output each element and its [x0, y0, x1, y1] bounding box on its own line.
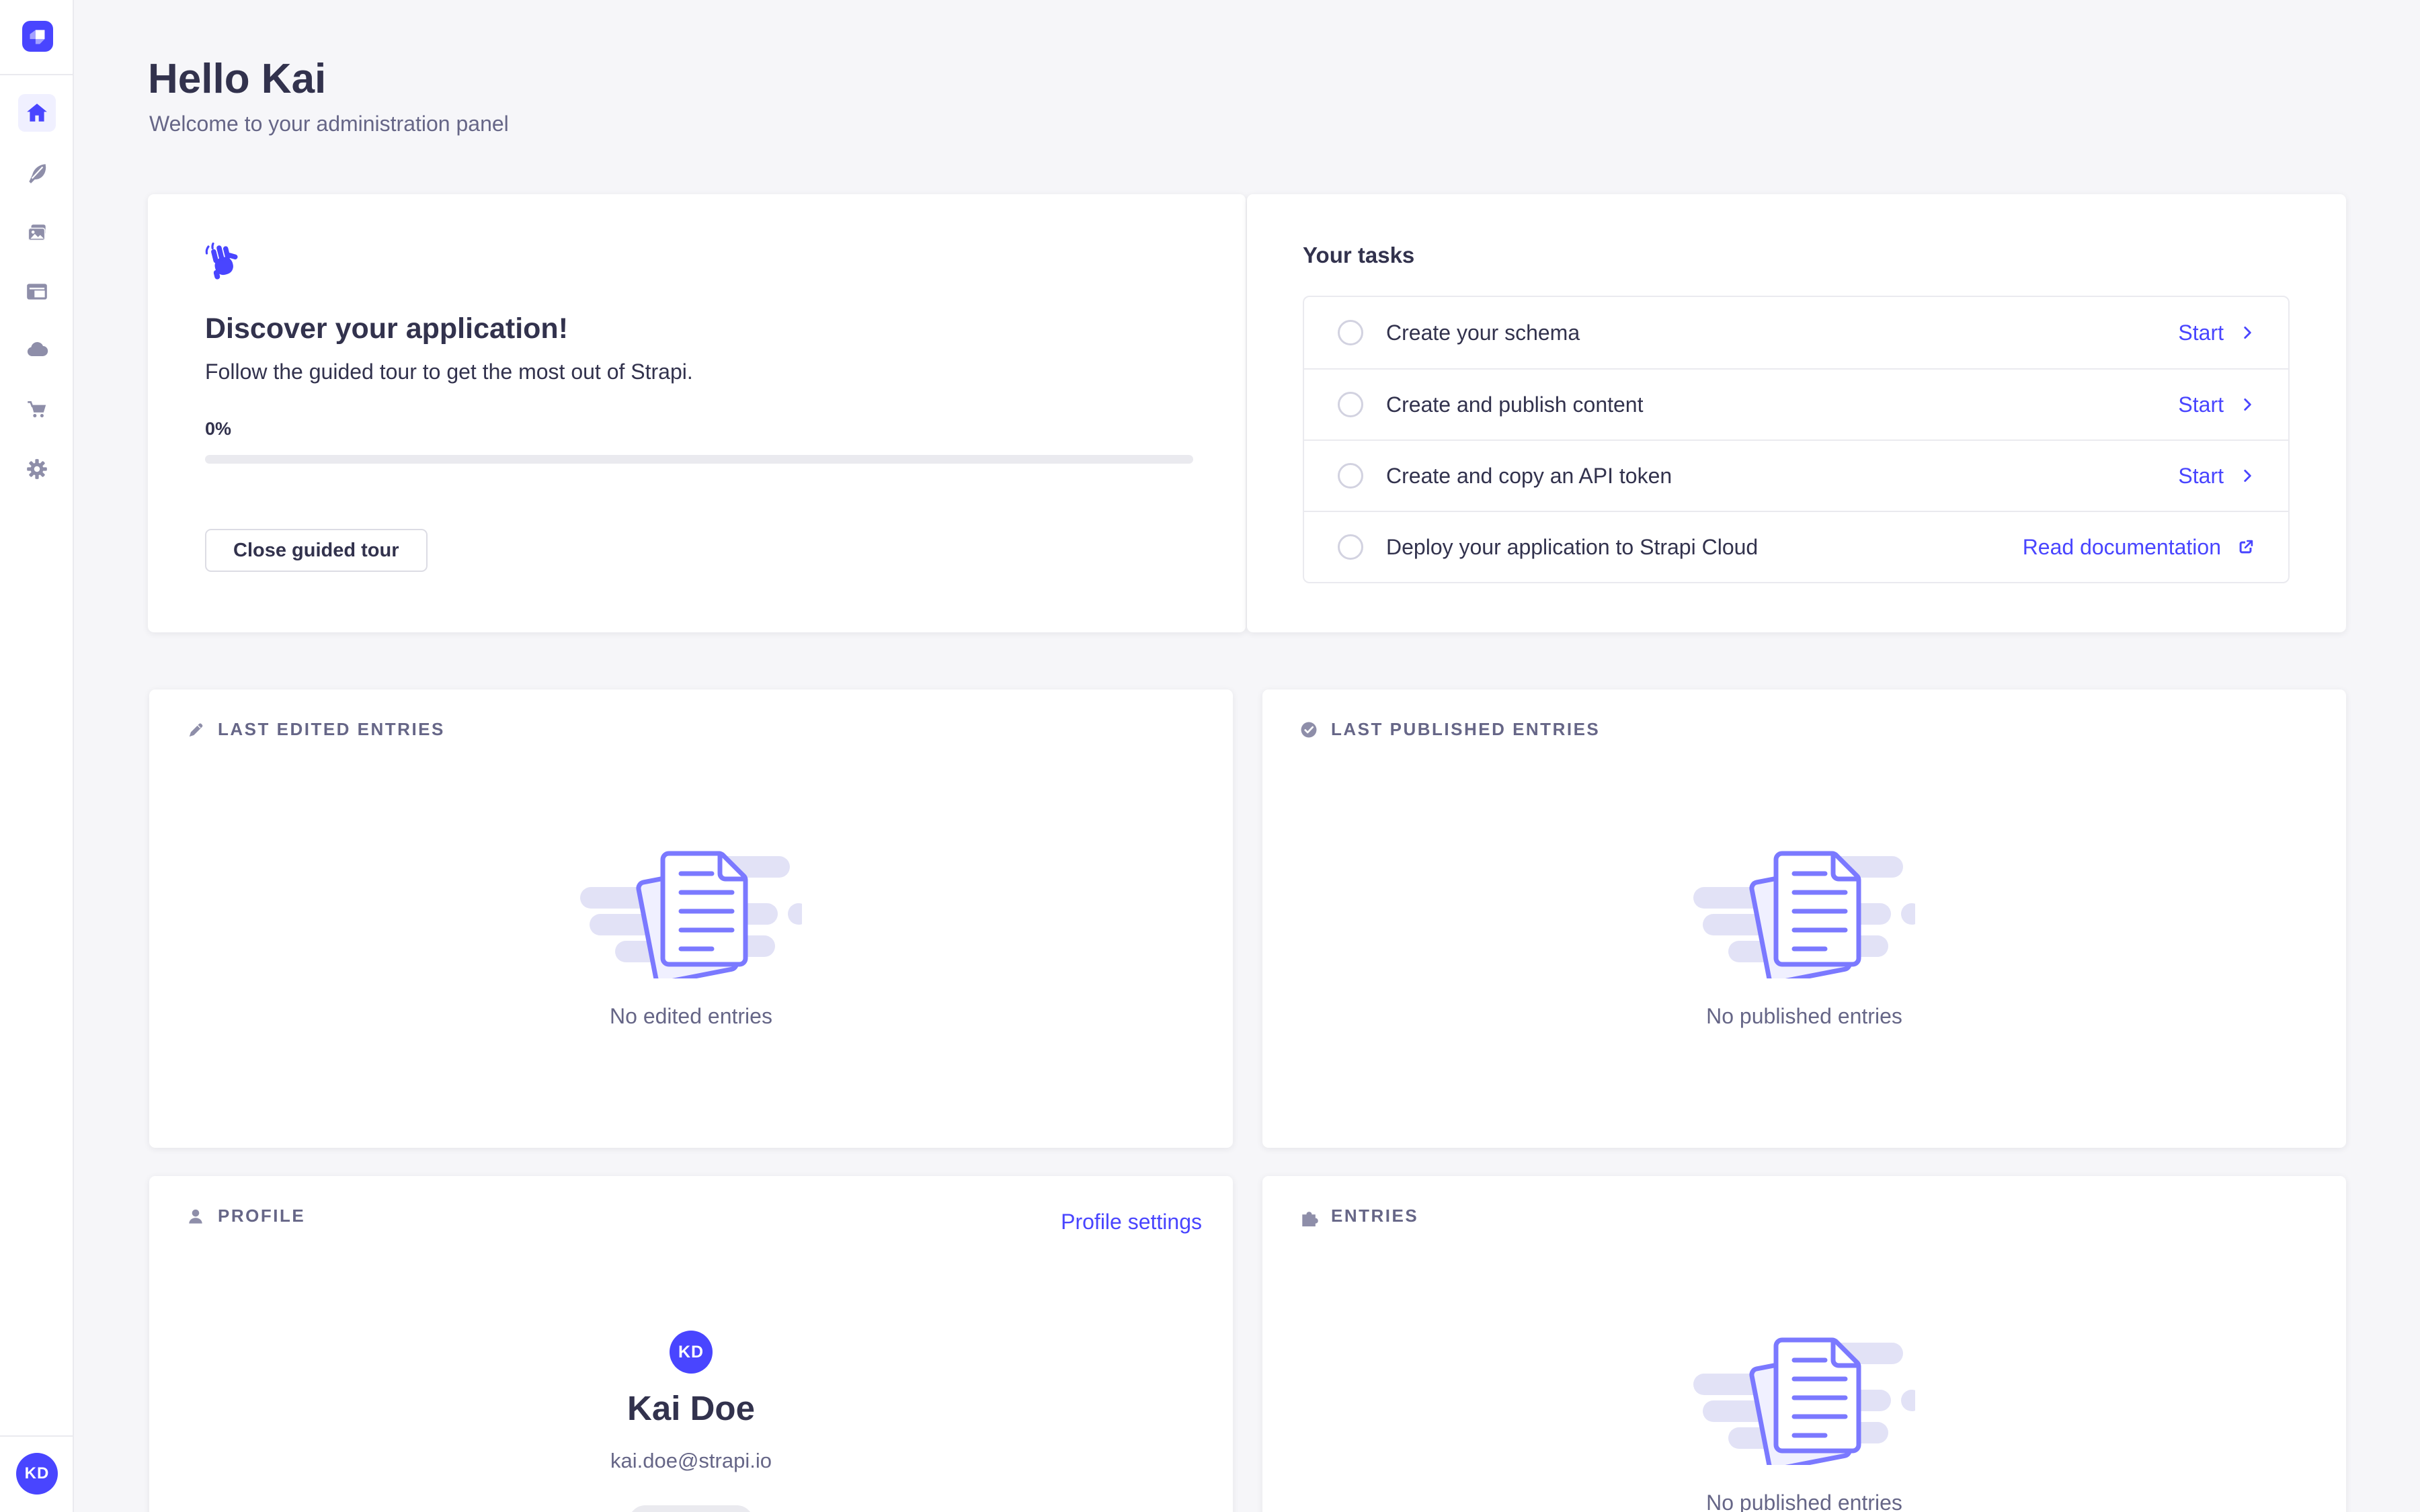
external-link-icon — [2236, 537, 2256, 557]
task-start-link[interactable]: Start — [2178, 392, 2256, 417]
task-label: Create and copy an API token — [1386, 464, 1672, 489]
task-label: Create and publish content — [1386, 392, 1643, 417]
strapi-admin-homepage: KD Hello Kai Welcome to your administrat… — [0, 0, 2420, 1512]
chevron-right-icon — [2238, 396, 2256, 413]
sidebar: KD — [0, 0, 74, 1512]
widget-header: ENTRIES — [1299, 1206, 1418, 1226]
empty-documents-illustration — [580, 845, 802, 978]
guided-tour-title: Discover your application! — [205, 312, 568, 345]
page-title: Hello Kai — [148, 55, 326, 103]
profile-settings-link[interactable]: Profile settings — [1061, 1210, 1202, 1234]
entries-card: ENTRIES No published entries — [1262, 1176, 2346, 1512]
chevron-right-icon — [2238, 467, 2256, 485]
sidebar-item-cloud[interactable] — [18, 331, 56, 369]
widget-header-label: LAST PUBLISHED ENTRIES — [1331, 719, 1600, 740]
progress-percentage: 0% — [205, 419, 231, 439]
feather-content-icon — [25, 161, 49, 185]
task-action-label: Start — [2178, 464, 2224, 489]
puzzle-icon — [1299, 1206, 1319, 1226]
widget-header: LAST PUBLISHED ENTRIES — [1299, 719, 1600, 740]
sidebar-user-avatar[interactable]: KD — [16, 1453, 58, 1495]
your-tasks-card: Your tasks Create your schema Start Crea… — [1247, 194, 2346, 632]
tasks-title: Your tasks — [1303, 243, 1414, 268]
task-label: Create your schema — [1386, 321, 1580, 345]
media-library-icon — [25, 221, 49, 245]
profile-role-badge — [629, 1505, 754, 1512]
task-action-label: Start — [2178, 321, 2224, 345]
sidebar-item-content-type-builder[interactable] — [18, 273, 56, 310]
marketplace-cart-icon — [25, 397, 49, 421]
progress-bar — [205, 455, 1193, 464]
task-row-publish-content: Create and publish content Start — [1304, 368, 2288, 439]
empty-state-text: No edited entries — [149, 1004, 1233, 1029]
guided-tour-subtitle: Follow the guided tour to get the most o… — [205, 360, 693, 384]
check-circle-icon — [1299, 720, 1319, 740]
widget-header-label: PROFILE — [218, 1206, 305, 1226]
home-icon — [25, 101, 49, 125]
profile-name: Kai Doe — [149, 1388, 1233, 1428]
page-subtitle: Welcome to your administration panel — [149, 112, 509, 136]
task-status-circle — [1338, 320, 1363, 345]
task-start-link[interactable]: Start — [2178, 464, 2256, 489]
widget-header-label: LAST EDITED ENTRIES — [218, 719, 445, 740]
settings-gear-icon — [25, 457, 49, 481]
task-action-label: Start — [2178, 392, 2224, 417]
task-status-circle — [1338, 392, 1363, 417]
profile-email: kai.doe@strapi.io — [149, 1449, 1233, 1473]
task-status-circle — [1338, 534, 1363, 560]
task-status-circle — [1338, 463, 1363, 489]
sidebar-item-settings[interactable] — [18, 450, 56, 488]
task-row-deploy-cloud: Deploy your application to Strapi Cloud … — [1304, 511, 2288, 582]
widget-header-label: ENTRIES — [1331, 1206, 1418, 1226]
empty-documents-illustration — [1693, 1332, 1915, 1465]
task-label: Deploy your application to Strapi Cloud — [1386, 535, 1758, 560]
cloud-icon — [24, 337, 50, 363]
chevron-right-icon — [2238, 324, 2256, 341]
sidebar-item-marketplace[interactable] — [18, 390, 56, 428]
strapi-logo-icon — [22, 21, 53, 52]
widget-header: LAST EDITED ENTRIES — [186, 719, 445, 740]
read-documentation-link[interactable]: Read documentation — [2023, 535, 2256, 560]
close-guided-tour-button[interactable]: Close guided tour — [205, 529, 428, 572]
task-list: Create your schema Start Create and publ… — [1303, 296, 2290, 583]
strapi-logo[interactable] — [22, 21, 53, 52]
profile-avatar: KD — [670, 1331, 713, 1374]
sidebar-bottom-divider — [0, 1435, 74, 1437]
pencil-icon — [186, 720, 206, 740]
empty-documents-illustration — [1693, 845, 1915, 978]
waving-hand-icon — [203, 241, 243, 283]
profile-card: PROFILE Profile settings KD Kai Doe kai.… — [149, 1176, 1233, 1512]
guided-tour-card: Discover your application! Follow the gu… — [148, 194, 1246, 632]
sidebar-divider — [0, 74, 74, 75]
widget-header: PROFILE — [186, 1206, 305, 1226]
sidebar-item-media-library[interactable] — [18, 214, 56, 252]
task-start-link[interactable]: Start — [2178, 321, 2256, 345]
sidebar-item-content-manager[interactable] — [18, 154, 56, 192]
task-action-label: Read documentation — [2023, 535, 2221, 560]
task-row-api-token: Create and copy an API token Start — [1304, 439, 2288, 511]
last-published-entries-card: LAST PUBLISHED ENTRIES No published entr… — [1262, 689, 2346, 1148]
last-edited-entries-card: LAST EDITED ENTRIES No edited entries — [149, 689, 1233, 1148]
content-type-builder-icon — [25, 280, 49, 304]
sidebar-item-home[interactable] — [18, 94, 56, 132]
empty-state-text: No published entries — [1262, 1490, 2346, 1512]
person-icon — [186, 1206, 206, 1226]
task-row-create-schema: Create your schema Start — [1304, 297, 2288, 368]
empty-state-text: No published entries — [1262, 1004, 2346, 1029]
